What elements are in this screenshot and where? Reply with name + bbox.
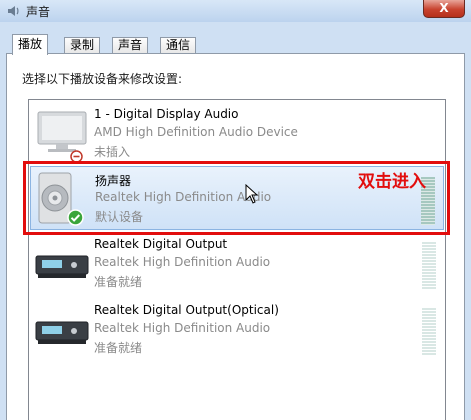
device-item-digital-display-audio[interactable]: 1 - Digital Display Audio AMD High Defin… bbox=[30, 102, 444, 166]
tab-sounds[interactable]: 声音 bbox=[112, 37, 149, 54]
tab-strip: 播放 录制 声音 通信 bbox=[6, 34, 465, 55]
device-status: 准备就绪 bbox=[94, 275, 143, 289]
playback-device-list[interactable]: 1 - Digital Display Audio AMD High Defin… bbox=[28, 99, 446, 420]
title-bar: 声音 X bbox=[0, 0, 471, 22]
device-name: Realtek Digital Output(Optical) bbox=[94, 303, 279, 317]
digital-output-icon bbox=[35, 255, 89, 278]
volume-level-meter bbox=[422, 242, 436, 290]
optical-output-icon bbox=[35, 321, 89, 344]
device-driver: Realtek High Definition Audio bbox=[94, 321, 271, 335]
device-item-realtek-optical-output[interactable]: Realtek Digital Output(Optical) Realtek … bbox=[30, 298, 444, 362]
monitor-icon bbox=[37, 111, 87, 152]
mouse-cursor-icon bbox=[245, 184, 259, 204]
device-name: Realtek Digital Output bbox=[94, 237, 228, 251]
device-item-realtek-digital-output[interactable]: Realtek Digital Output Realtek High Defi… bbox=[30, 232, 444, 296]
window-title: 声音 bbox=[26, 5, 51, 19]
device-driver: AMD High Definition Audio Device bbox=[94, 125, 298, 139]
device-driver: Realtek High Definition Audio bbox=[94, 255, 271, 269]
device-status: 未插入 bbox=[94, 145, 131, 159]
tab-communications[interactable]: 通信 bbox=[160, 37, 197, 54]
annotation-callout: 双击进入 bbox=[358, 172, 426, 192]
tab-playback[interactable]: 播放 bbox=[12, 34, 49, 55]
close-button[interactable]: X bbox=[423, 0, 465, 18]
speaker-icon bbox=[8, 6, 19, 16]
instruction-text: 选择以下播放设备来修改设置: bbox=[22, 72, 183, 86]
device-name: 1 - Digital Display Audio bbox=[94, 107, 239, 121]
tab-recording[interactable]: 录制 bbox=[64, 37, 101, 54]
device-status: 准备就绪 bbox=[94, 341, 143, 355]
volume-level-meter bbox=[422, 308, 436, 356]
